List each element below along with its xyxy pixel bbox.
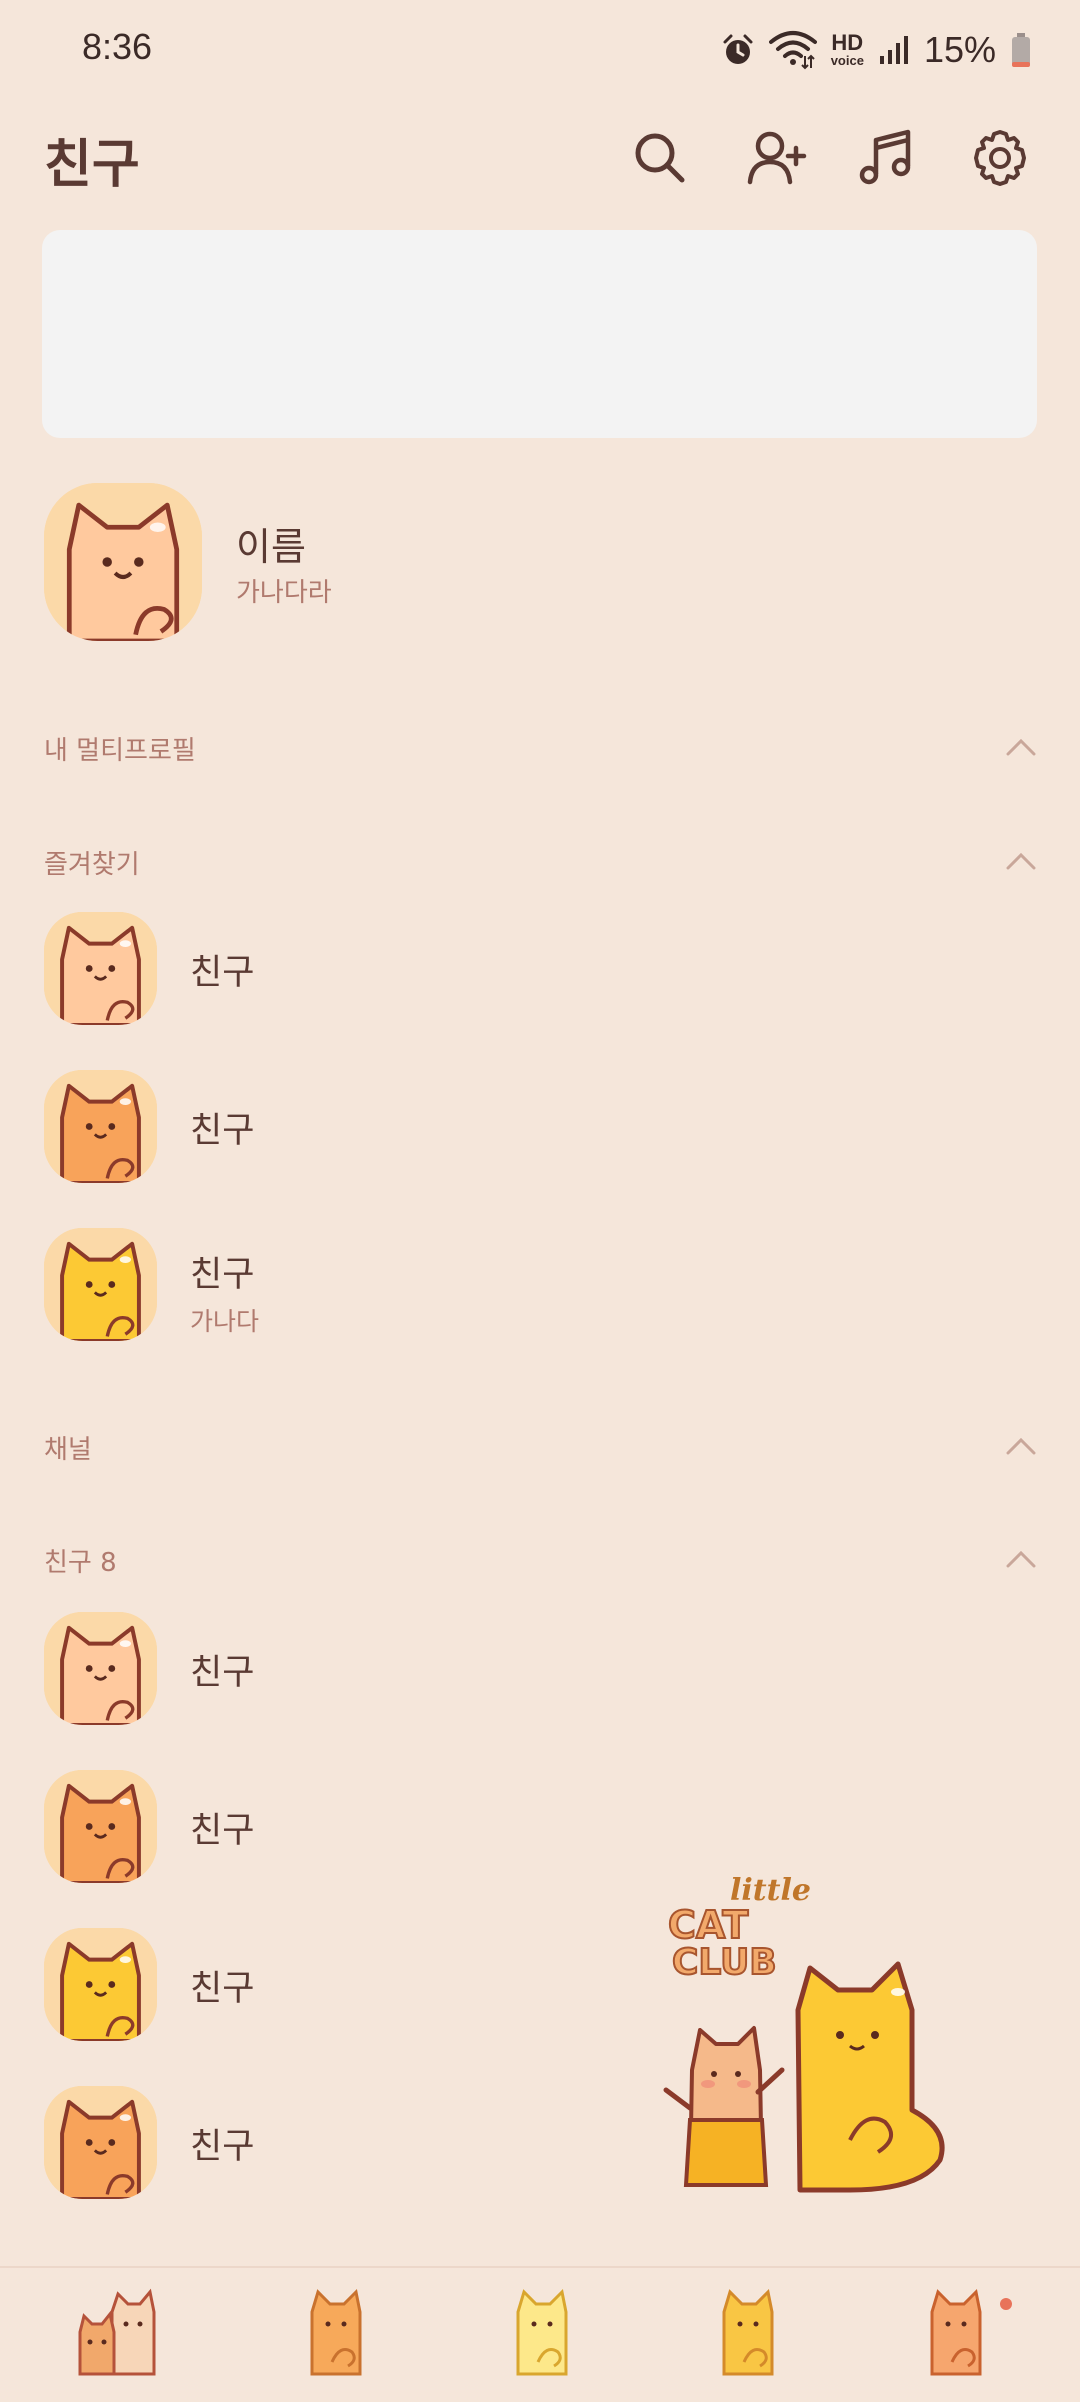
cat-avatar-icon xyxy=(44,912,157,1025)
battery-icon xyxy=(1012,33,1030,67)
cat-avatar-icon xyxy=(44,1770,157,1883)
gold-cat-icon xyxy=(722,2288,774,2376)
notification-dot xyxy=(1000,2298,1012,2310)
section-channels[interactable]: 채널 xyxy=(0,1415,1080,1475)
chats-tab[interactable] xyxy=(284,2282,384,2382)
friend-status-message: 가나다 xyxy=(190,1307,260,1336)
page-title: 친구 xyxy=(44,135,140,195)
cat-avatar-icon xyxy=(44,1928,157,2041)
section-label: 즐겨찾기 xyxy=(44,850,140,880)
friend-avatar[interactable] xyxy=(44,1928,157,2041)
artwork-line2: CAT xyxy=(668,1903,748,1947)
friends-tab[interactable] xyxy=(70,2282,170,2382)
orange-cat-icon xyxy=(310,2288,362,2376)
search-button[interactable] xyxy=(628,126,692,190)
friend-avatar[interactable] xyxy=(44,1770,157,1883)
openchat-tab[interactable] xyxy=(490,2282,590,2382)
chevron-up-icon[interactable] xyxy=(1004,730,1038,764)
status-time: 8:36 xyxy=(82,26,153,67)
music-icon xyxy=(859,129,911,185)
section-friends[interactable]: 친구 8 xyxy=(0,1528,1080,1588)
section-multi-profile[interactable]: 내 멀티프로필 xyxy=(0,716,1080,776)
bottom-tab-bar xyxy=(0,2266,1080,2402)
status-bar: 8:36 HD voice 15% xyxy=(0,0,1080,100)
peach-cat-icon xyxy=(930,2288,982,2376)
my-status-message: 가나다라 xyxy=(236,578,332,608)
alarm-icon xyxy=(723,34,753,64)
hd-voice-icon: HD voice xyxy=(831,32,864,68)
yellow-cat-icon xyxy=(516,2288,568,2376)
wifi-icon xyxy=(768,31,817,70)
search-icon xyxy=(635,133,685,183)
header: 친구 xyxy=(0,110,1080,206)
settings-icon xyxy=(974,130,1026,186)
signal-icon xyxy=(879,36,908,64)
cat-avatar-icon xyxy=(44,1612,157,1725)
voice-label: voice xyxy=(830,53,864,68)
section-label: 채널 xyxy=(44,1435,92,1465)
battery-percent: 15% xyxy=(923,29,996,70)
add-friend-button[interactable] xyxy=(744,126,808,190)
friend-name: 친구 xyxy=(190,953,255,993)
friend-row[interactable]: 친구가나다 xyxy=(0,1216,1080,1356)
status-icons: HD voice 15% xyxy=(721,26,1032,74)
section-favorites[interactable]: 즐겨찾기 xyxy=(0,830,1080,890)
settings-button[interactable] xyxy=(968,126,1032,190)
cat-club-artwork: little CAT CLUB xyxy=(663,1873,945,2193)
cat-pair-icon xyxy=(78,2288,156,2376)
artwork-line3: CLUB xyxy=(672,1942,777,1983)
friend-avatar[interactable] xyxy=(44,1612,157,1725)
chevron-up-icon[interactable] xyxy=(1004,1542,1038,1576)
friend-row[interactable]: 친구 xyxy=(0,900,1080,1040)
section-label: 내 멀티프로필 xyxy=(44,736,196,766)
chevron-up-icon[interactable] xyxy=(1004,1429,1038,1463)
section-label: 친구 8 xyxy=(44,1548,117,1578)
cat-avatar-icon xyxy=(44,2086,157,2199)
cat-avatar-icon xyxy=(44,483,202,641)
cat-avatar-icon xyxy=(44,1070,157,1183)
friend-name: 친구 xyxy=(190,1653,255,1693)
my-name: 이름 xyxy=(236,525,306,569)
friend-avatar[interactable] xyxy=(44,1228,157,1341)
friend-avatar[interactable] xyxy=(44,2086,157,2199)
add-friend-icon xyxy=(747,131,807,185)
friend-avatar[interactable] xyxy=(44,912,157,1025)
friend-name: 친구 xyxy=(190,1969,255,2009)
friend-row[interactable]: 친구 xyxy=(0,1058,1080,1198)
ad-banner[interactable] xyxy=(42,230,1037,438)
hd-label: HD xyxy=(831,30,864,55)
more-tab[interactable] xyxy=(904,2282,1004,2382)
friend-name: 친구 xyxy=(190,1255,255,1295)
friend-name: 친구 xyxy=(190,2127,255,2167)
friend-row[interactable]: 친구 xyxy=(0,1600,1080,1740)
friend-name: 친구 xyxy=(190,1111,255,1151)
cat-avatar-icon xyxy=(44,1228,157,1341)
friend-name: 친구 xyxy=(190,1811,255,1851)
friend-avatar[interactable] xyxy=(44,1070,157,1183)
music-button[interactable] xyxy=(856,126,920,190)
chevron-up-icon[interactable] xyxy=(1004,844,1038,878)
shopping-tab[interactable] xyxy=(696,2282,796,2382)
my-avatar[interactable] xyxy=(44,483,202,641)
